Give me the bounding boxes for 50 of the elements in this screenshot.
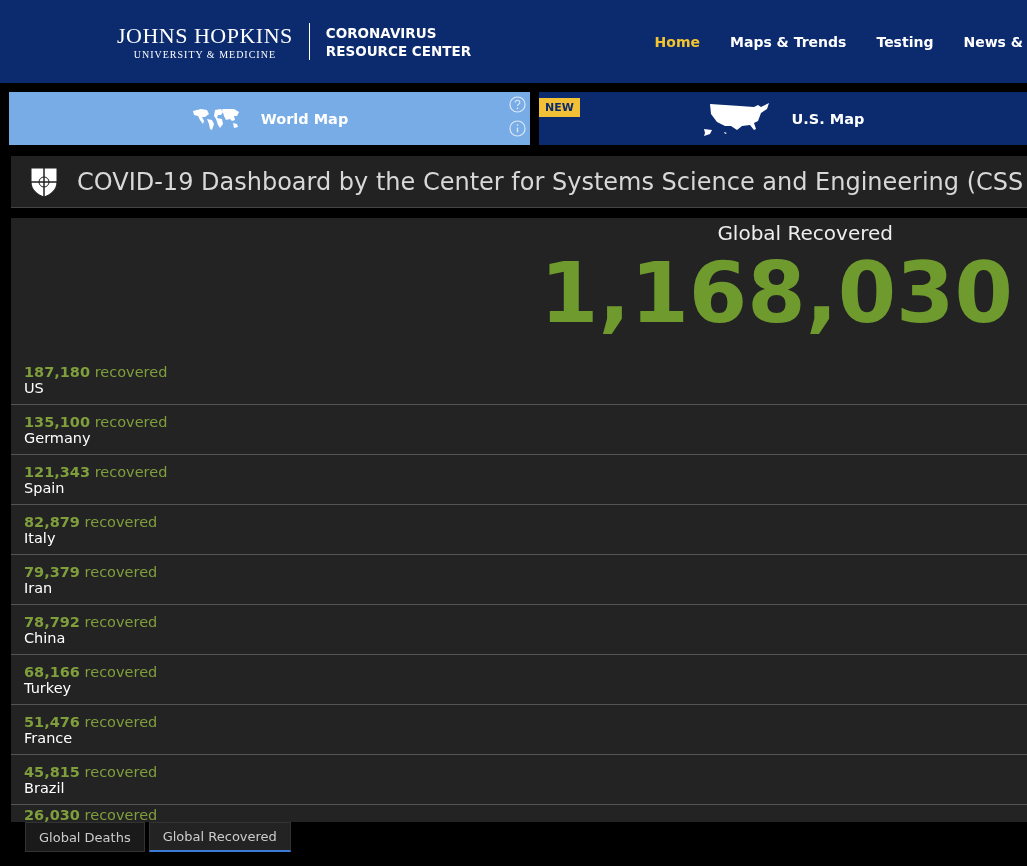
nav-link[interactable]: Maps & Trends: [730, 33, 847, 50]
country-row[interactable]: 79,379 recovered Iran: [11, 555, 1027, 605]
panel-tab[interactable]: Global Deaths: [25, 822, 145, 852]
country-row[interactable]: 68,166 recovered Turkey: [11, 655, 1027, 705]
recovered-count: 121,343 recovered: [24, 463, 168, 480]
recovered-count: 45,815 recovered: [24, 763, 158, 780]
site-name: CORONAVIRUS: [325, 23, 438, 42]
country-name: Germany: [24, 429, 91, 446]
country-name: US: [24, 379, 44, 396]
country-row[interactable]: 45,815 recovered Brazil: [11, 755, 1027, 805]
panel-tab[interactable]: Global Recovered: [148, 822, 291, 852]
country-row[interactable]: 121,343 recovered Spain: [11, 455, 1027, 505]
recovered-count: 68,166 recovered: [24, 663, 158, 680]
logo-title: JOHNS HOPKINS: [117, 23, 293, 49]
country-row[interactable]: 78,792 recovered China: [11, 605, 1027, 655]
country-row[interactable]: 26,030 recovered: [11, 805, 1027, 822]
recovered-count: 135,100 recovered: [24, 413, 168, 430]
dashboard-title: COVID-19 Dashboard by the Center for Systems Science and Engineering (CSS: [77, 167, 1024, 196]
country-row[interactable]: 82,879 recovered Italy: [11, 505, 1027, 555]
logo-subtitle: UNIVERSITY & MEDICINE: [133, 49, 277, 60]
recovered-count: 79,379 recovered: [24, 563, 158, 580]
total-recovered: 1,168,030: [540, 245, 1013, 341]
country-row[interactable]: 187,180 recovered US: [11, 355, 1027, 405]
country-name: Spain: [24, 479, 65, 496]
country-name: Turkey: [24, 679, 72, 696]
recovered-count: 187,180 recovered: [24, 363, 168, 380]
site-name: RESOURCE CENTER: [325, 41, 472, 60]
nav-link[interactable]: Home: [654, 33, 700, 50]
recovered-count: 26,030 recovered: [24, 807, 158, 822]
country-row[interactable]: 135,100 recovered Germany: [11, 405, 1027, 455]
world-map-tab-label: World Map: [260, 110, 349, 127]
country-name: Italy: [24, 529, 56, 546]
world-map-icon: [190, 106, 241, 131]
recovered-count: 78,792 recovered: [24, 613, 158, 630]
info-icon[interactable]: [509, 120, 526, 137]
nav-link[interactable]: News &: [963, 33, 1023, 50]
country-name: China: [24, 629, 66, 646]
country-name: Iran: [24, 579, 53, 596]
nav-link[interactable]: Testing: [876, 33, 934, 50]
recovered-count: 51,476 recovered: [24, 713, 158, 730]
us-map-tab-label: U.S. Map: [791, 110, 865, 127]
recovered-count: 82,879 recovered: [24, 513, 158, 530]
panel-title: Global Recovered: [717, 221, 893, 245]
map-tab[interactable]: NEW U.S. Map: [539, 92, 1027, 145]
country-name: France: [24, 729, 73, 746]
help-icon[interactable]: [509, 96, 526, 113]
country-row[interactable]: 51,476 recovered France: [11, 705, 1027, 755]
country-name: Brazil: [24, 779, 65, 796]
new-badge: NEW: [539, 98, 580, 117]
us-map-icon: [701, 100, 772, 137]
